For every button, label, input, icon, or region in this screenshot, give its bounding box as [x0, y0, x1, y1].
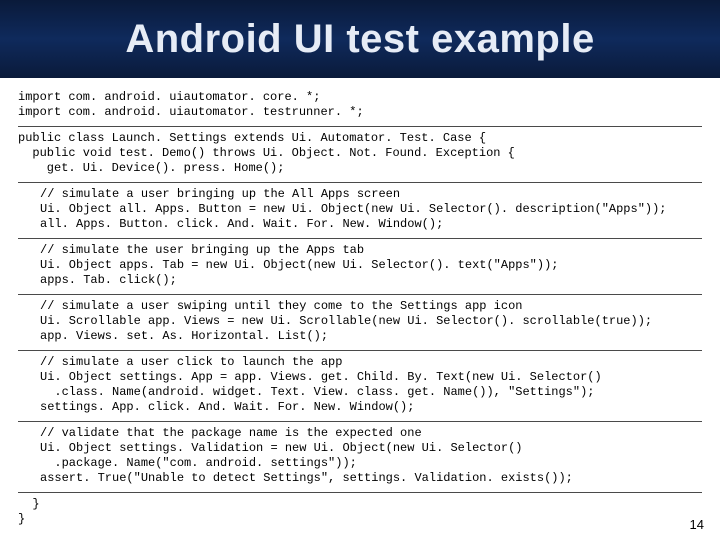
code-block-2: // simulate the user bringing up the App…: [18, 239, 702, 295]
slide-title: Android UI test example: [125, 17, 594, 62]
code-close: } }: [18, 493, 702, 533]
code-block-4: // simulate a user click to launch the a…: [18, 351, 702, 422]
slide: Android UI test example import com. andr…: [0, 0, 720, 540]
code-block-3: // simulate a user swiping until they co…: [18, 295, 702, 351]
code-area: import com. android. uiautomator. core. …: [0, 78, 720, 533]
code-class-decl: public class Launch. Settings extends Ui…: [18, 127, 702, 183]
title-band: Android UI test example: [0, 0, 720, 78]
code-block-1: // simulate a user bringing up the All A…: [18, 183, 702, 239]
page-number: 14: [690, 517, 704, 532]
code-imports: import com. android. uiautomator. core. …: [18, 90, 702, 127]
code-block-5: // validate that the package name is the…: [18, 422, 702, 493]
